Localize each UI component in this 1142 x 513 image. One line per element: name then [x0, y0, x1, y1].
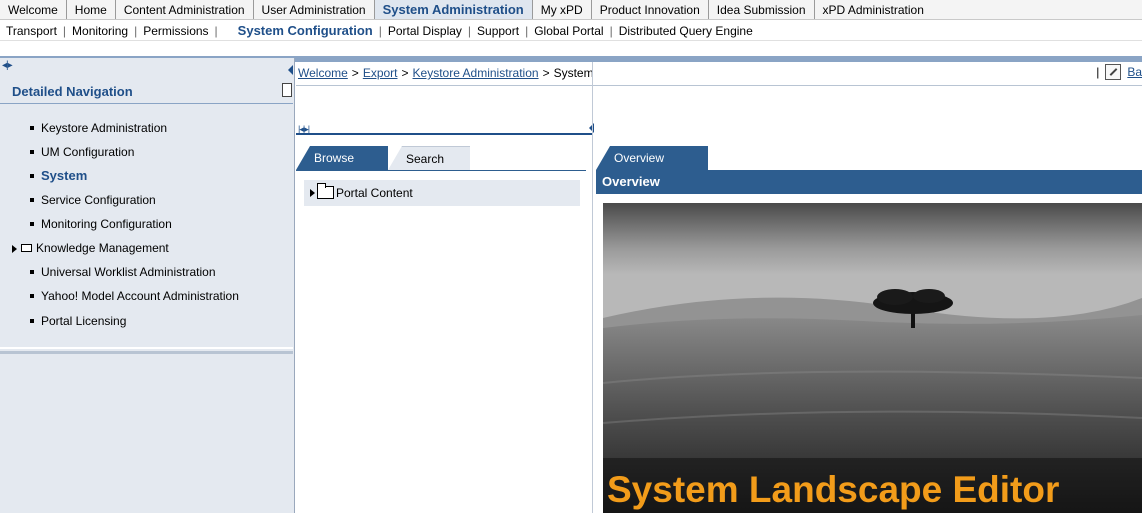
related-links-area: [0, 354, 293, 513]
tab-overview[interactable]: Overview: [596, 146, 708, 170]
panel-divider[interactable]: [592, 62, 593, 513]
breadcrumb-separator: >: [401, 66, 409, 80]
left-nav-service-configuration[interactable]: Service Configuration: [30, 190, 156, 210]
separator: |: [214, 23, 218, 38]
bullet-icon: [30, 197, 34, 202]
left-nav-label: Portal Licensing: [41, 314, 127, 328]
breadcrumb-keystore-administration[interactable]: Keystore Administration: [413, 66, 539, 80]
left-nav-keystore-administration[interactable]: Keystore Administration: [30, 118, 167, 138]
left-nav-system[interactable]: System: [30, 166, 87, 186]
left-nav-monitoring-configuration[interactable]: Monitoring Configuration: [30, 214, 172, 234]
breadcrumb-current: System: [553, 66, 594, 80]
breadcrumb-trail: Welcome > Export > Keystore Administration > S…: [298, 66, 594, 80]
browser-tabs: Browse Search: [296, 146, 596, 170]
left-nav-label: UM Configuration: [41, 145, 135, 159]
left-nav-label: Monitoring Configuration: [41, 217, 172, 231]
detailed-navigation-list: Keystore Administration UM Configuration…: [0, 114, 293, 344]
top-nav-my-xpd[interactable]: My xPD: [533, 0, 592, 19]
top-nav-welcome[interactable]: Welcome: [0, 0, 67, 19]
divider: [296, 85, 1142, 86]
top-nav-content-administration[interactable]: Content Administration: [116, 0, 254, 19]
sub-nav-transport[interactable]: Transport: [0, 24, 63, 38]
overview-header: Overview: [596, 170, 1142, 194]
sub-nav-support[interactable]: Support: [471, 24, 525, 38]
left-nav-knowledge-management[interactable]: Knowledge Management: [12, 238, 169, 258]
left-nav-yahoo-model-account-administration[interactable]: Yahoo! Model Account Administration: [30, 286, 239, 306]
bullet-icon: [30, 125, 34, 130]
top-nav-home[interactable]: Home: [67, 0, 116, 19]
second-level-navigation: Transport | Monitoring | Permissions | S…: [0, 21, 1142, 41]
left-nav-label: System: [41, 168, 88, 183]
history-controls: | Ba: [1096, 64, 1142, 80]
breadcrumb-separator: >: [542, 66, 550, 80]
left-nav-portal-licensing[interactable]: Portal Licensing: [30, 311, 126, 331]
top-level-navigation: Welcome Home Content Administration User…: [0, 0, 1142, 20]
browser-panel-toolbar: |◂|▸|: [296, 123, 594, 135]
bullet-icon: [30, 318, 34, 323]
tree-node-label: Portal Content: [336, 186, 413, 200]
bullet-icon: [30, 269, 34, 274]
folder-icon: [317, 183, 334, 199]
landscape-image: [603, 203, 1142, 513]
history-icon[interactable]: [1105, 64, 1122, 80]
separator: |: [1096, 65, 1100, 79]
bullet-icon: [30, 149, 34, 154]
top-nav-xpd-administration[interactable]: xPD Administration: [815, 0, 932, 19]
top-nav-idea-submission[interactable]: Idea Submission: [709, 0, 815, 19]
sub-nav-global-portal[interactable]: Global Portal: [528, 24, 609, 38]
overview-hero-image: System Landscape Editor: [603, 203, 1142, 513]
panel-menu-button[interactable]: [282, 83, 292, 97]
collapse-arrow-icon[interactable]: [288, 65, 293, 75]
tab-underline: [296, 170, 586, 171]
left-nav-label: Yahoo! Model Account Administration: [41, 289, 239, 303]
top-nav-user-administration[interactable]: User Administration: [254, 0, 375, 19]
sub-nav-system-configuration[interactable]: System Configuration: [232, 23, 379, 38]
tree-node-portal-content[interactable]: Portal Content: [304, 180, 580, 206]
tab-browse[interactable]: Browse: [296, 146, 388, 170]
breadcrumb: Welcome > Export > Keystore Administration > S…: [288, 62, 1142, 84]
left-nav-label: Keystore Administration: [41, 121, 168, 135]
left-nav-label: Service Configuration: [41, 193, 156, 207]
folder-icon: [21, 243, 32, 252]
bullet-icon: [30, 293, 34, 298]
sub-nav-portal-display[interactable]: Portal Display: [382, 24, 468, 38]
breadcrumb-export[interactable]: Export: [363, 66, 398, 80]
top-nav-system-administration[interactable]: System Administration: [374, 0, 533, 19]
sub-nav-permissions[interactable]: Permissions: [137, 24, 214, 38]
left-nav-universal-worklist-administration[interactable]: Universal Worklist Administration: [30, 262, 216, 282]
breadcrumb-separator: >: [351, 66, 359, 80]
double-chevron-icon[interactable]: |◂|▸|: [298, 124, 310, 135]
double-chevron-icon[interactable]: ◂|▸: [2, 60, 13, 71]
left-nav-um-configuration[interactable]: UM Configuration: [30, 142, 134, 162]
bullet-icon: [30, 173, 34, 178]
detailed-navigation-panel: ◂|▸ Detailed Navigation Keystore Adminis…: [0, 58, 295, 513]
detailed-navigation-title: Detailed Navigation: [0, 80, 293, 104]
hero-title: System Landscape Editor: [607, 469, 1060, 510]
top-nav-product-innovation[interactable]: Product Innovation: [592, 0, 709, 19]
left-nav-label: Universal Worklist Administration: [41, 265, 216, 279]
left-nav-label: Knowledge Management: [36, 241, 169, 255]
divider: [0, 347, 293, 349]
back-link[interactable]: Ba: [1127, 65, 1142, 79]
tab-search[interactable]: Search: [388, 146, 470, 170]
breadcrumb-welcome[interactable]: Welcome: [298, 66, 348, 80]
triangle-right-icon[interactable]: [12, 244, 17, 253]
sub-nav-distributed-query-engine[interactable]: Distributed Query Engine: [613, 24, 759, 38]
overview-tabs: Overview: [596, 146, 1142, 170]
bullet-icon: [30, 221, 34, 226]
triangle-right-icon[interactable]: [310, 189, 315, 197]
sub-nav-monitoring[interactable]: Monitoring: [66, 24, 134, 38]
